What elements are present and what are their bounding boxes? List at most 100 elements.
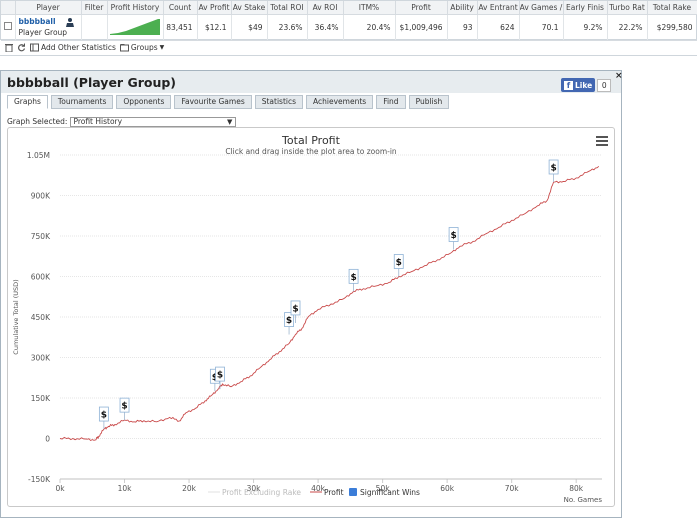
y-tick-label: 600K xyxy=(31,273,51,282)
legend-marker-significant-wins xyxy=(349,488,357,496)
legend-label-profit[interactable]: Profit xyxy=(324,488,344,497)
filter-cell[interactable] xyxy=(81,14,108,41)
significant-win-label[interactable]: $ xyxy=(350,273,356,283)
col-header-early-finis[interactable]: Early Finis xyxy=(563,1,608,15)
player-type-label: Player Group xyxy=(18,28,68,37)
significant-win-label[interactable]: $ xyxy=(396,258,402,268)
chevron-down-icon: ▼ xyxy=(159,44,165,51)
table-row[interactable]: bbbbball Player Group 83,451 $12.1 $49 2… xyxy=(1,14,697,41)
av-games-value: 70.1 xyxy=(519,14,564,41)
add-other-statistics-button[interactable]: Add Other Statistics xyxy=(30,43,116,52)
av-entrant-value: 624 xyxy=(477,14,520,41)
tab-find[interactable]: Find xyxy=(376,95,406,109)
col-header-av-stake[interactable]: Av Stake xyxy=(231,1,268,15)
av-stake-value: $49 xyxy=(231,14,268,41)
chart-title: Total Profit xyxy=(281,134,341,147)
y-tick-label: 900K xyxy=(31,192,51,201)
col-header-ability[interactable]: Ability xyxy=(447,1,478,15)
groups-label: Groups xyxy=(130,43,158,52)
facebook-like-widget[interactable]: f Like 0 xyxy=(561,78,612,92)
col-header-av-games[interactable]: Av Games / xyxy=(519,1,564,15)
graph-select-dropdown[interactable]: Profit History ▼ xyxy=(70,116,237,127)
tab-opponents[interactable]: Opponents xyxy=(116,95,172,109)
chevron-down-icon: ▼ xyxy=(227,117,233,126)
significant-win-label[interactable]: $ xyxy=(217,371,223,381)
tab-graphs[interactable]: Graphs xyxy=(7,95,48,109)
x-tick-label: 80k xyxy=(569,484,584,493)
ability-value: 93 xyxy=(447,14,478,41)
x-tick-label: 10k xyxy=(118,484,133,493)
col-header-profit-history[interactable]: Profit History xyxy=(107,1,164,15)
y-tick-label: 150K xyxy=(31,394,51,403)
facebook-icon: f xyxy=(564,80,573,90)
total-roi-value: 23.6% xyxy=(267,14,308,41)
y-tick-label: 300K xyxy=(31,354,51,363)
graph-select-row: Graph Selected: Profit History ▼ xyxy=(7,116,237,127)
y-tick-label: 450K xyxy=(31,313,51,322)
facebook-like-button[interactable]: f Like xyxy=(561,78,596,92)
col-header-filter[interactable]: Filter xyxy=(81,1,108,15)
facebook-like-label: Like xyxy=(575,80,593,90)
significant-win-label[interactable]: $ xyxy=(121,402,127,412)
profit-chart-svg[interactable]: Total ProfitClick and drag inside the pl… xyxy=(8,128,614,506)
profit-sparkline xyxy=(110,19,160,35)
significant-win-label[interactable]: $ xyxy=(292,304,298,314)
col-header-av-profit[interactable]: Av Profit xyxy=(197,1,232,15)
player-group-icon xyxy=(65,17,74,27)
col-header-itm[interactable]: ITM% xyxy=(343,1,396,15)
tab-tournaments[interactable]: Tournaments xyxy=(50,95,114,109)
col-header-count[interactable]: Count xyxy=(163,1,198,15)
av-profit-value: $12.1 xyxy=(197,14,232,41)
col-header-total-rake[interactable]: Total Rake xyxy=(647,1,697,15)
grid-toolbar: Add Other Statistics Groups ▼ xyxy=(0,40,697,56)
tab-achievements[interactable]: Achievements xyxy=(306,95,374,109)
itm-value: 20.4% xyxy=(343,14,396,41)
x-tick-label: 0k xyxy=(55,484,65,493)
profit-series-line xyxy=(59,165,600,442)
significant-win-label[interactable]: $ xyxy=(286,316,292,326)
groups-dropdown[interactable]: Groups ▼ xyxy=(119,43,165,52)
tab-publish[interactable]: Publish xyxy=(408,95,450,109)
significant-win-label[interactable]: $ xyxy=(550,164,556,174)
y-tick-label: 750K xyxy=(31,232,51,241)
legend-label-significant-wins[interactable]: Significant Wins xyxy=(360,488,420,497)
profit-history-cell xyxy=(107,14,164,41)
legend-label-profit-excl-rake[interactable]: Profit Excluding Rake xyxy=(222,488,301,497)
add-other-statistics-label: Add Other Statistics xyxy=(41,43,116,52)
refresh-icon[interactable] xyxy=(17,43,26,52)
tab-favourite-games[interactable]: Favourite Games xyxy=(174,95,252,109)
col-header-turbo-rat[interactable]: Turbo Rat xyxy=(607,1,648,15)
y-tick-label: -150K xyxy=(28,475,51,484)
significant-win-label[interactable]: $ xyxy=(101,411,107,421)
col-header-av-roi[interactable]: Av ROI xyxy=(307,1,344,15)
y-tick-label: 0 xyxy=(45,435,50,444)
graph-select-value: Profit History xyxy=(73,116,123,126)
col-header-profit[interactable]: Profit xyxy=(395,1,448,15)
turbo-rat-value: 22.2% xyxy=(607,14,648,41)
profit-chart[interactable]: Total Profit Click and drag inside the pl… xyxy=(7,127,615,507)
tab-statistics[interactable]: Statistics xyxy=(254,95,304,109)
groups-icon xyxy=(119,44,129,52)
stats-grid: Player Filter Profit History Count Av Pr… xyxy=(0,0,697,41)
col-header-total-roi[interactable]: Total ROI xyxy=(267,1,308,15)
col-header-select xyxy=(1,1,16,15)
significant-win-label[interactable]: $ xyxy=(450,231,456,241)
y-axis-title: Cumulative Total (USD) xyxy=(12,279,20,354)
row-checkbox[interactable] xyxy=(3,22,12,30)
panel-title: bbbbball (Player Group) xyxy=(7,75,177,90)
facebook-like-count: 0 xyxy=(597,78,612,92)
total-rake-value: $299,580 xyxy=(647,14,697,41)
x-tick-label: 70k xyxy=(505,484,520,493)
close-icon[interactable]: × xyxy=(615,72,623,81)
col-header-player[interactable]: Player xyxy=(15,1,82,15)
profit-value: $1,009,496 xyxy=(395,14,448,41)
add-columns-icon xyxy=(30,43,39,52)
x-tick-label: 20k xyxy=(182,484,197,493)
trash-icon[interactable] xyxy=(4,43,13,53)
col-header-av-entrant[interactable]: Av Entrant xyxy=(477,1,520,15)
row-select-cell[interactable] xyxy=(1,14,16,41)
panel-tabs: Graphs Tournaments Opponents Favourite G… xyxy=(7,95,450,109)
chart-menu-icon[interactable] xyxy=(596,136,608,146)
player-cell[interactable]: bbbbball Player Group xyxy=(15,14,82,41)
early-finis-value: 9.2% xyxy=(563,14,608,41)
